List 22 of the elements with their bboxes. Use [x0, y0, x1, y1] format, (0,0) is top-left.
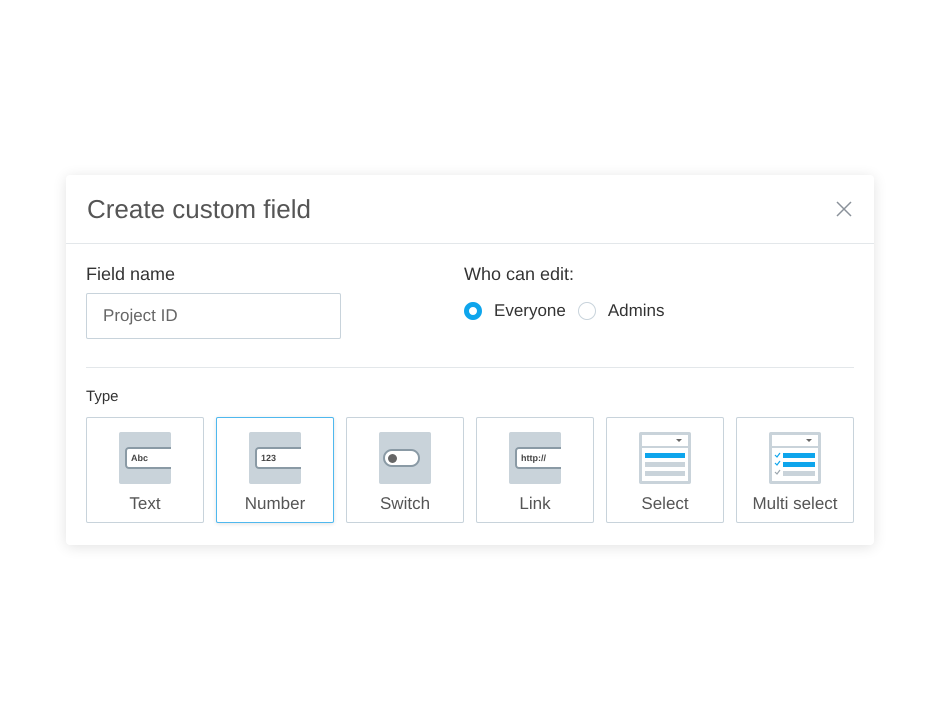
type-option[interactable]: http:// Link [476, 417, 594, 523]
text-field-icon: 123 [249, 432, 301, 484]
type-option[interactable]: Abc Text [86, 417, 204, 523]
radio-label[interactable]: Admins [608, 301, 665, 321]
dialog-title: Create custom field [87, 194, 311, 224]
radio-label[interactable]: Everyone [494, 301, 566, 321]
dropdown-list-icon [639, 432, 691, 484]
radio-button[interactable] [464, 302, 482, 320]
type-option[interactable]: Switch [346, 417, 464, 523]
radio-button[interactable] [578, 302, 596, 320]
field-label: Field name [86, 264, 176, 285]
type-option[interactable]: Multi select [736, 417, 854, 523]
toggle-icon [379, 432, 431, 484]
type-label: Type [86, 388, 120, 405]
close-icon[interactable] [836, 201, 852, 217]
field-label: Who can edit: [464, 264, 576, 285]
type-option[interactable]: Select [606, 417, 724, 523]
text-field-icon: http:// [509, 432, 561, 484]
field-name-input[interactable]: Project ID [86, 293, 341, 339]
checklist-icon [769, 432, 821, 484]
type-option[interactable]: 123 Number [216, 417, 334, 523]
text-field-icon: Abc [119, 432, 171, 484]
